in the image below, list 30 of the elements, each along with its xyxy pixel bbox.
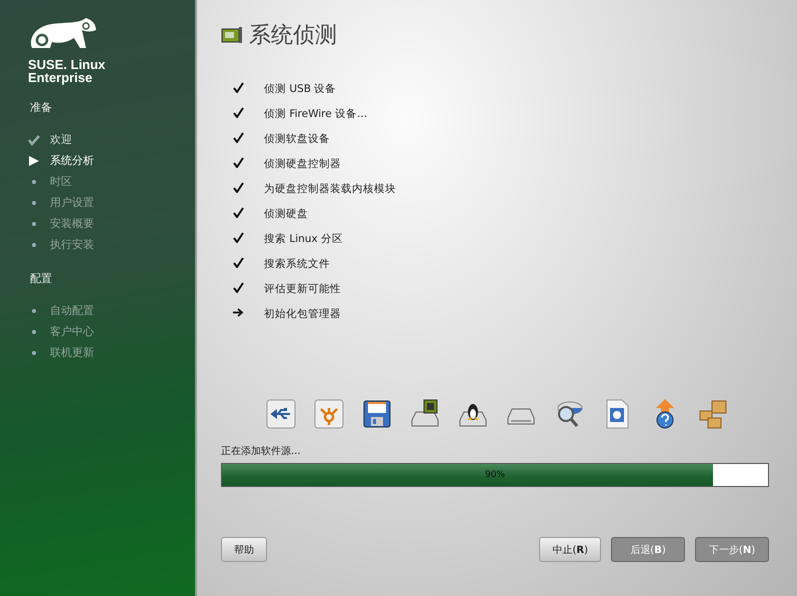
task-label: 侦测硬盘 bbox=[264, 206, 308, 220]
step-label: 联机更新 bbox=[50, 345, 94, 360]
step-label: 时区 bbox=[50, 174, 72, 189]
step-label: 用户设置 bbox=[50, 195, 94, 210]
page-title: 系统侦测 bbox=[249, 22, 337, 50]
task-label: 侦测软盘设备 bbox=[264, 132, 330, 146]
task-label: 侦测硬盘控制器 bbox=[264, 156, 341, 170]
progress-reading: 90% bbox=[484, 470, 505, 480]
step-label[interactable]: 系统分析 bbox=[50, 153, 94, 168]
task-label: 搜索 Linux 分区 bbox=[264, 232, 343, 246]
step-label: 安装概要 bbox=[50, 216, 94, 231]
section-heading: 准备 bbox=[30, 100, 53, 115]
step-label: 欢迎 bbox=[50, 132, 72, 147]
task-label: 评估更新可能性 bbox=[264, 282, 341, 296]
circuit-board-icon bbox=[221, 26, 243, 44]
step-label: 自动配置 bbox=[50, 303, 94, 318]
section-heading: 配置 bbox=[30, 271, 53, 286]
step-label: 客户中心 bbox=[50, 324, 94, 339]
step-label: 执行安装 bbox=[50, 237, 94, 252]
wizard-button[interactable]: 中止(R) bbox=[539, 537, 601, 562]
task-label: 侦测 FireWire 设备... bbox=[264, 106, 368, 120]
task-label: 初始化包管理器 bbox=[264, 306, 341, 320]
usb-icon bbox=[265, 398, 297, 430]
brand-name: SUSE. Linux Enterprise bbox=[28, 58, 106, 84]
task-label: 为硬盘控制器装载内核模块 bbox=[264, 182, 396, 196]
packages-icon bbox=[697, 398, 729, 430]
task-label: 搜索系统文件 bbox=[264, 256, 330, 270]
progress-status: 正在添加软件源... bbox=[221, 444, 302, 458]
task-label: 侦测 USB 设备 bbox=[264, 82, 336, 96]
wizard-button[interactable]: 帮助 bbox=[221, 537, 267, 562]
